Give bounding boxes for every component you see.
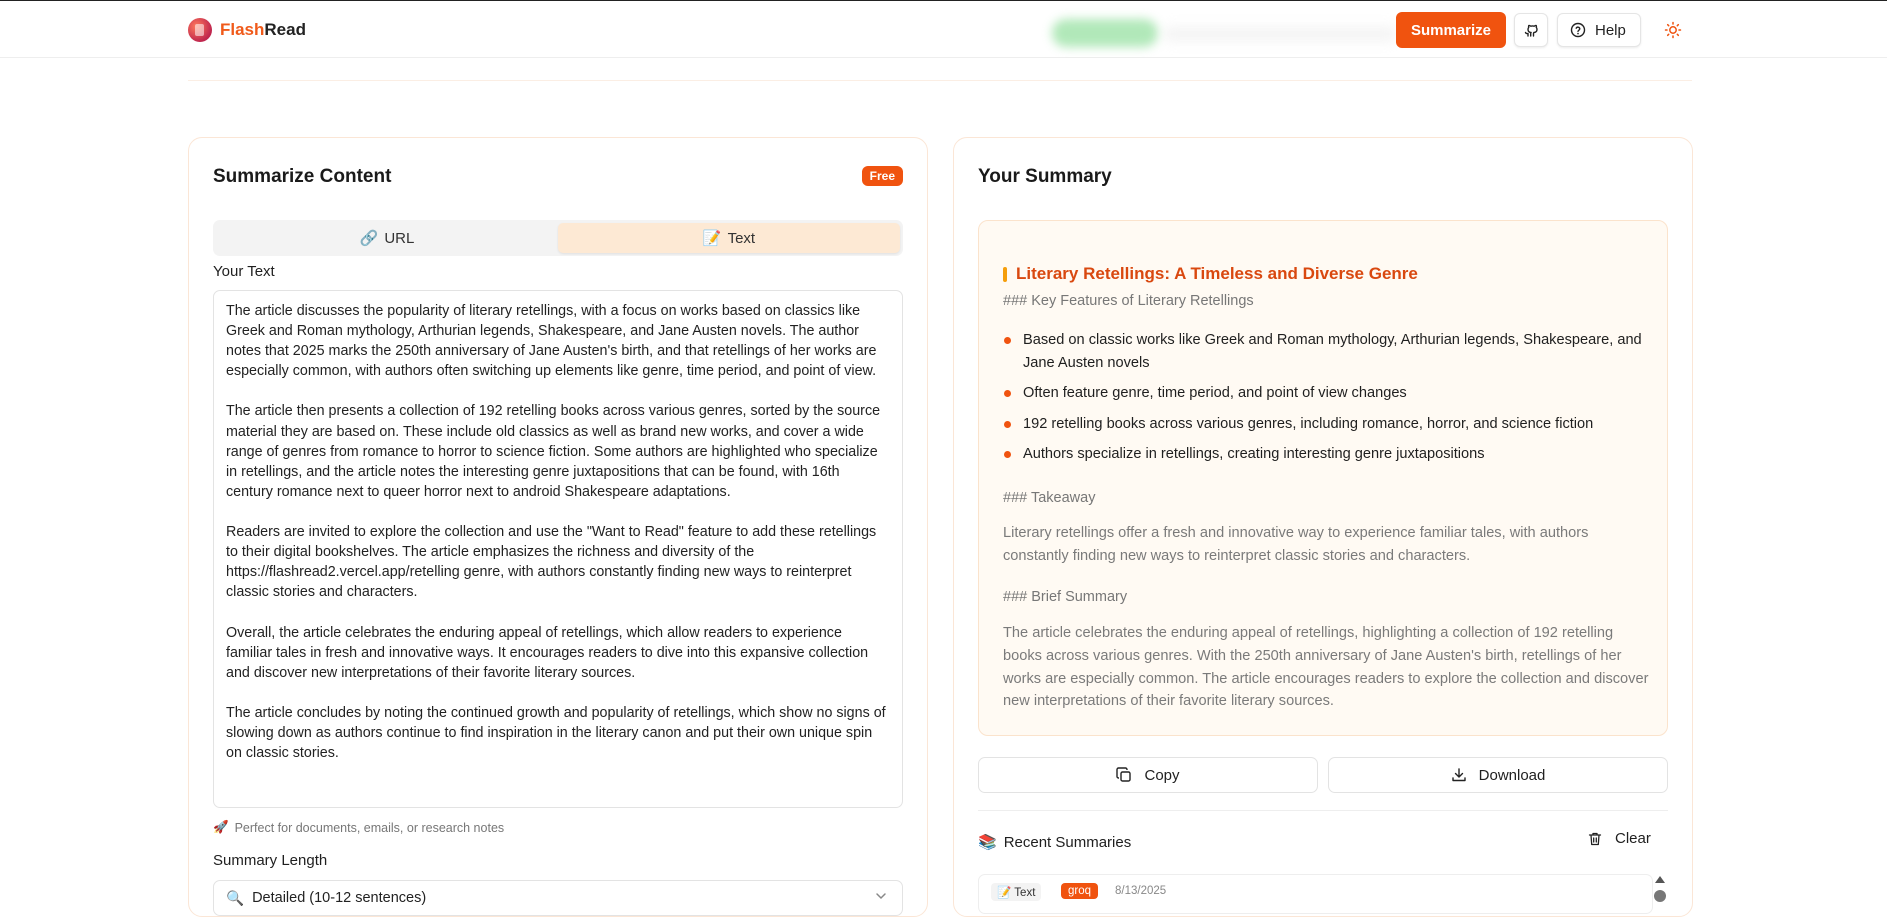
input-mode-tabs: 🔗 URL 📝 Text — [213, 220, 903, 256]
brand-name: FlashRead — [220, 20, 306, 39]
scroll-up-arrow[interactable] — [1655, 876, 1665, 883]
summary-output: Literary Retellings: A Timeless and Dive… — [978, 220, 1668, 736]
books-icon: 📚 — [978, 834, 997, 851]
help-button[interactable]: Help — [1557, 13, 1641, 47]
recent-divider — [978, 810, 1668, 811]
rocket-icon: 🚀 — [213, 820, 229, 834]
download-icon — [1451, 768, 1466, 782]
takeaway-heading: ### Takeaway — [1003, 490, 1096, 506]
list-item: Often feature genre, time period, and po… — [1003, 382, 1643, 405]
recent-item-model-badge: groq — [1061, 883, 1099, 899]
input-card: Summarize Content Free 🔗 URL 📝 Text Your… — [188, 137, 928, 917]
tab-url-label: URL — [384, 229, 415, 247]
summarize-button[interactable]: Summarize — [1396, 12, 1506, 48]
recent-summaries-label: Recent Summaries — [1003, 833, 1132, 851]
list-item: 192 retelling books across various genre… — [1003, 413, 1643, 436]
free-badge: Free — [861, 166, 903, 186]
summary-length-value: Detailed (10-12 sentences) — [252, 890, 427, 906]
recent-item-type-tag: 📝 Text — [991, 883, 1042, 901]
memo-icon: 📝 — [702, 230, 722, 247]
summary-card-title: Your Summary — [978, 166, 1112, 187]
clear-history-button[interactable]: Clear — [1587, 830, 1651, 847]
help-label: Help — [1595, 21, 1626, 39]
scrollbar-thumb[interactable] — [1654, 890, 1666, 902]
copy-label: Copy — [1144, 766, 1180, 784]
copy-icon — [1116, 767, 1132, 782]
key-features-list: Based on classic works like Greek and Ro… — [1003, 329, 1643, 474]
download-button[interactable]: Download — [1328, 757, 1668, 793]
clear-label: Clear — [1615, 830, 1651, 847]
text-input-area[interactable]: The article discusses the popularity of … — [213, 290, 903, 808]
text-hint: 🚀 Perfect for documents, emails, or rese… — [213, 820, 504, 835]
download-label: Download — [1478, 766, 1546, 784]
magnifier-icon: 🔍 — [226, 890, 245, 907]
input-card-title: Summarize Content — [213, 166, 392, 187]
list-item: Based on classic works like Greek and Ro… — [1003, 329, 1643, 374]
summary-heading: Literary Retellings: A Timeless and Dive… — [1003, 264, 1418, 284]
theme-toggle-button[interactable] — [1660, 17, 1686, 43]
brief-summary-text: The article celebrates the enduring appe… — [1003, 625, 1649, 710]
blurred-region — [1165, 27, 1395, 41]
section-divider — [188, 80, 1692, 81]
recent-item-date: 8/13/2025 — [1115, 885, 1167, 897]
help-circle-icon — [1570, 22, 1586, 38]
your-text-label: Your Text — [213, 263, 275, 280]
trash-icon — [1588, 832, 1602, 845]
hint-text: Perfect for documents, emails, or resear… — [234, 820, 505, 835]
key-features-heading: ### Key Features of Literary Retellings — [1003, 293, 1254, 309]
summary-length-select[interactable]: 🔍 Detailed (10-12 sentences) — [213, 880, 903, 916]
link-icon: 🔗 — [359, 230, 379, 247]
recent-summaries-header: 📚 Recent Summaries — [978, 833, 1132, 852]
summary-heading-text: Literary Retellings: A Timeless and Dive… — [1016, 264, 1418, 283]
tab-text-label: Text — [727, 229, 756, 247]
sun-icon — [1664, 21, 1682, 39]
list-item: Authors specialize in retellings, creati… — [1003, 443, 1643, 466]
copy-button[interactable]: Copy — [978, 757, 1318, 793]
book-logo-icon — [188, 18, 212, 42]
takeaway-text: Literary retellings offer a fresh and in… — [1003, 525, 1589, 564]
summary-card: Your Summary Literary Retellings: A Time… — [953, 137, 1693, 917]
recent-summary-item[interactable]: 📝 Text groq 8/13/2025 — [978, 874, 1653, 914]
brand-logo-link[interactable]: FlashRead — [188, 18, 306, 42]
github-icon — [1524, 24, 1538, 37]
summary-length-label: Summary Length — [213, 852, 328, 869]
tab-url[interactable]: 🔗 URL — [216, 223, 558, 253]
blurred-status-pill — [1052, 19, 1158, 47]
top-navbar: FlashRead Summarize Help — [0, 0, 1887, 58]
tab-text[interactable]: 📝 Text — [558, 223, 900, 253]
heading-accent-bar — [1003, 266, 1007, 282]
chevron-down-icon — [876, 893, 886, 900]
github-button[interactable] — [1514, 13, 1548, 47]
brief-summary-heading: ### Brief Summary — [1003, 589, 1128, 605]
